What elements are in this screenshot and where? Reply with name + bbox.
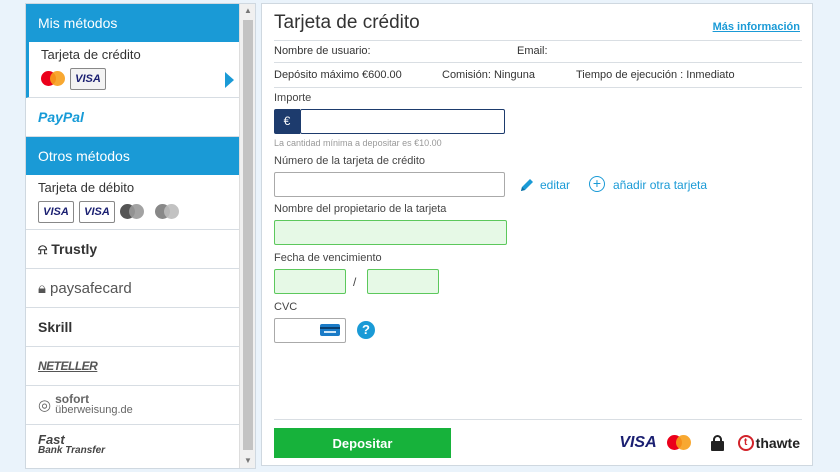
expiry-separator: / [353,275,357,289]
fast-text: Fast Bank Transfer [38,431,106,456]
expiry-label: Fecha de vencimiento [274,252,382,264]
debit-card-label: Tarjeta de débito [38,180,135,195]
mastercard-icon [41,71,65,87]
more-info-link[interactable]: Más información [713,21,800,33]
divider [274,419,802,420]
sidebar-item-sofort[interactable]: ◎ sofort überweisung.de [26,386,240,425]
debit-card-brands: VISA VISA [26,195,240,223]
visa-icon: VISA [38,201,74,223]
divider [274,62,802,63]
thawte-icon: t [737,435,754,451]
holder-input[interactable] [274,220,507,245]
divider [274,40,802,41]
pencil-icon[interactable] [519,177,535,193]
card-back-icon [320,324,340,336]
thawte-label: thawte [755,435,800,451]
maestro-icon [120,204,144,220]
deposit-panel: Tarjeta de crédito Más información Nombr… [261,3,813,466]
mastercard-icon [666,435,693,451]
fast-label: Fast [38,431,65,447]
paypal-logo-a: Pay [38,109,63,125]
sidebar-item-credit-card[interactable]: Tarjeta de crédito VISA [26,42,240,98]
payment-methods-sidebar: Mis métodos Tarjeta de crédito VISA Pay P… [25,3,256,469]
credit-card-brands: VISA [29,62,240,90]
execution-time-text: Tiempo de ejecución : Inmediato [576,69,735,81]
holder-label: Nombre del propietario de la tarjeta [274,203,447,215]
sidebar-item-paypal[interactable]: Pay Pal [26,98,240,137]
max-deposit-text: Depósito máximo €600.00 [274,69,402,81]
sidebar-item-trustly[interactable]: ⍾ Trustly [26,230,240,269]
scroll-up-icon[interactable]: ▲ [240,4,255,18]
plus-circle-icon[interactable]: + [589,176,605,192]
trustly-icon: ⍾ [38,240,48,257]
visa-icon: VISA [70,68,106,90]
sidebar-content: Mis métodos Tarjeta de crédito VISA Pay P… [26,4,240,464]
sidebar-item-debit-card[interactable]: Tarjeta de débito VISA VISA [26,175,240,230]
thawte-logo: t thawte [737,435,800,451]
edit-card-link[interactable]: editar [540,178,570,192]
cvc-label: CVC [274,301,298,313]
my-methods-header: Mis métodos [26,4,240,42]
sofort-icon: ◎ [38,396,52,414]
sidebar-item-neteller[interactable]: NETELLER [26,347,240,386]
card-number-input[interactable] [274,172,505,197]
sidebar-item-paysafecard[interactable]: 🔒︎ paysafecard [26,269,240,308]
euro-prefix: € [274,109,300,134]
maestro-icon [155,204,179,220]
commission-text: Comisión: Ninguna [442,69,535,81]
add-card-link[interactable]: añadir otra tarjeta [613,178,707,192]
email-label: Email: [517,45,548,57]
scroll-thumb[interactable] [243,20,253,450]
paysafecard-label: paysafecard [49,279,132,297]
security-logos: VISA t thawte [619,434,800,452]
help-icon[interactable]: ? [357,321,375,339]
skrill-label: Skrill [38,319,73,335]
credit-card-label: Tarjeta de crédito [41,47,141,62]
chevron-right-icon [225,72,234,88]
trustly-label: Trustly [51,241,98,257]
deposit-button[interactable]: Depositar [274,428,451,458]
divider [274,87,802,88]
fast-sublabel: Bank Transfer [38,444,106,456]
paypal-logo-b: Pal [62,109,84,125]
visa-logo: VISA [619,434,657,451]
sidebar-item-fast-bank-transfer[interactable]: Fast Bank Transfer [26,425,240,464]
sofort-sublabel: überweisung.de [55,404,133,416]
amount-input[interactable] [300,109,505,134]
page-title: Tarjeta de crédito [274,12,420,33]
amount-hint: La cantidad mínima a depositar es €10.00 [274,138,442,148]
scroll-down-icon[interactable]: ▼ [240,454,255,468]
neteller-label: NETELLER [38,359,98,373]
other-methods-header: Otros métodos [26,137,240,175]
card-number-label: Número de la tarjeta de crédito [274,155,426,167]
sofort-text: sofort überweisung.de [55,393,133,416]
lock-icon [710,435,724,451]
visa-electron-icon: VISA [79,201,115,223]
lock-icon: 🔒︎ [38,279,46,297]
amount-label: Importe [274,92,312,104]
username-label: Nombre de usuario: [274,45,371,57]
expiry-month-input[interactable] [274,269,346,294]
expiry-year-input[interactable] [367,269,439,294]
sidebar-item-skrill[interactable]: Skrill [26,308,240,347]
sidebar-scrollbar[interactable]: ▲ ▼ [239,4,255,468]
